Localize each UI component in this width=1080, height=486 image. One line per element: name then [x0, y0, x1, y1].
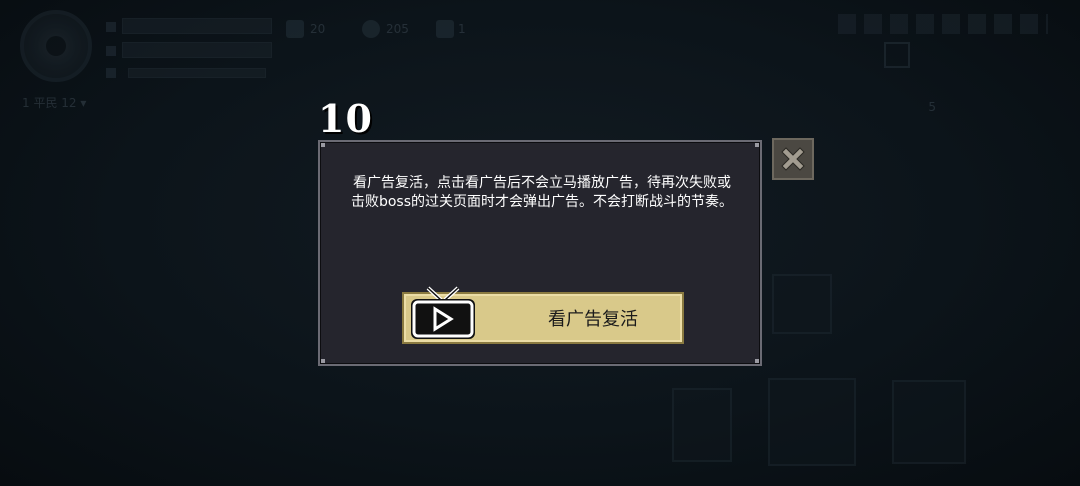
pause-icon [884, 42, 910, 68]
weapon-skill-slot [772, 274, 832, 334]
revive-countdown: 10 [318, 96, 373, 141]
hp-icon [106, 22, 116, 32]
hp-bar [122, 18, 272, 34]
corner-rivet [321, 143, 325, 147]
tv-play-icon [411, 286, 475, 339]
shield-icon [106, 46, 116, 56]
player-avatar [20, 10, 92, 82]
revive-dialog: 看广告复活，点击看广告后不会立马播放广告，待再次失败或击败boss的过关页面时才… [318, 140, 762, 366]
shield-bar [122, 42, 272, 58]
sword-attack-slot [768, 378, 856, 466]
corner-rivet [755, 143, 759, 147]
enemy-count: 5 [928, 100, 936, 114]
buff-slots [838, 14, 1048, 34]
corner-rivet [321, 359, 325, 363]
revive-message: 看广告复活，点击看广告后不会立马播放广告，待再次失败或击败boss的过关页面时才… [350, 175, 734, 210]
resource-value-3: 1 [458, 22, 466, 36]
resource-value-1: 20 [310, 22, 326, 36]
close-button[interactable] [772, 138, 814, 180]
coin-icon [362, 20, 380, 38]
skill-slot [672, 388, 732, 462]
key-icon [436, 20, 454, 38]
player-level: 1 平民 12 ▾ [22, 96, 87, 110]
game-screen: 1 平民 12 ▾ 20 205 1 5 10 看广告复活，点击看广告后不会立马… [0, 0, 1080, 486]
corner-rivet [755, 359, 759, 363]
watch-ad-revive-button[interactable]: 看广告复活 [402, 286, 684, 344]
watch-ad-label: 看广告复活 [548, 309, 638, 330]
energy-bar [128, 68, 266, 78]
resource-value-2: 205 [386, 22, 409, 36]
close-x-icon [781, 147, 805, 171]
dash-slot [892, 380, 966, 464]
energy-icon [106, 68, 116, 78]
crystal-icon [286, 20, 304, 38]
